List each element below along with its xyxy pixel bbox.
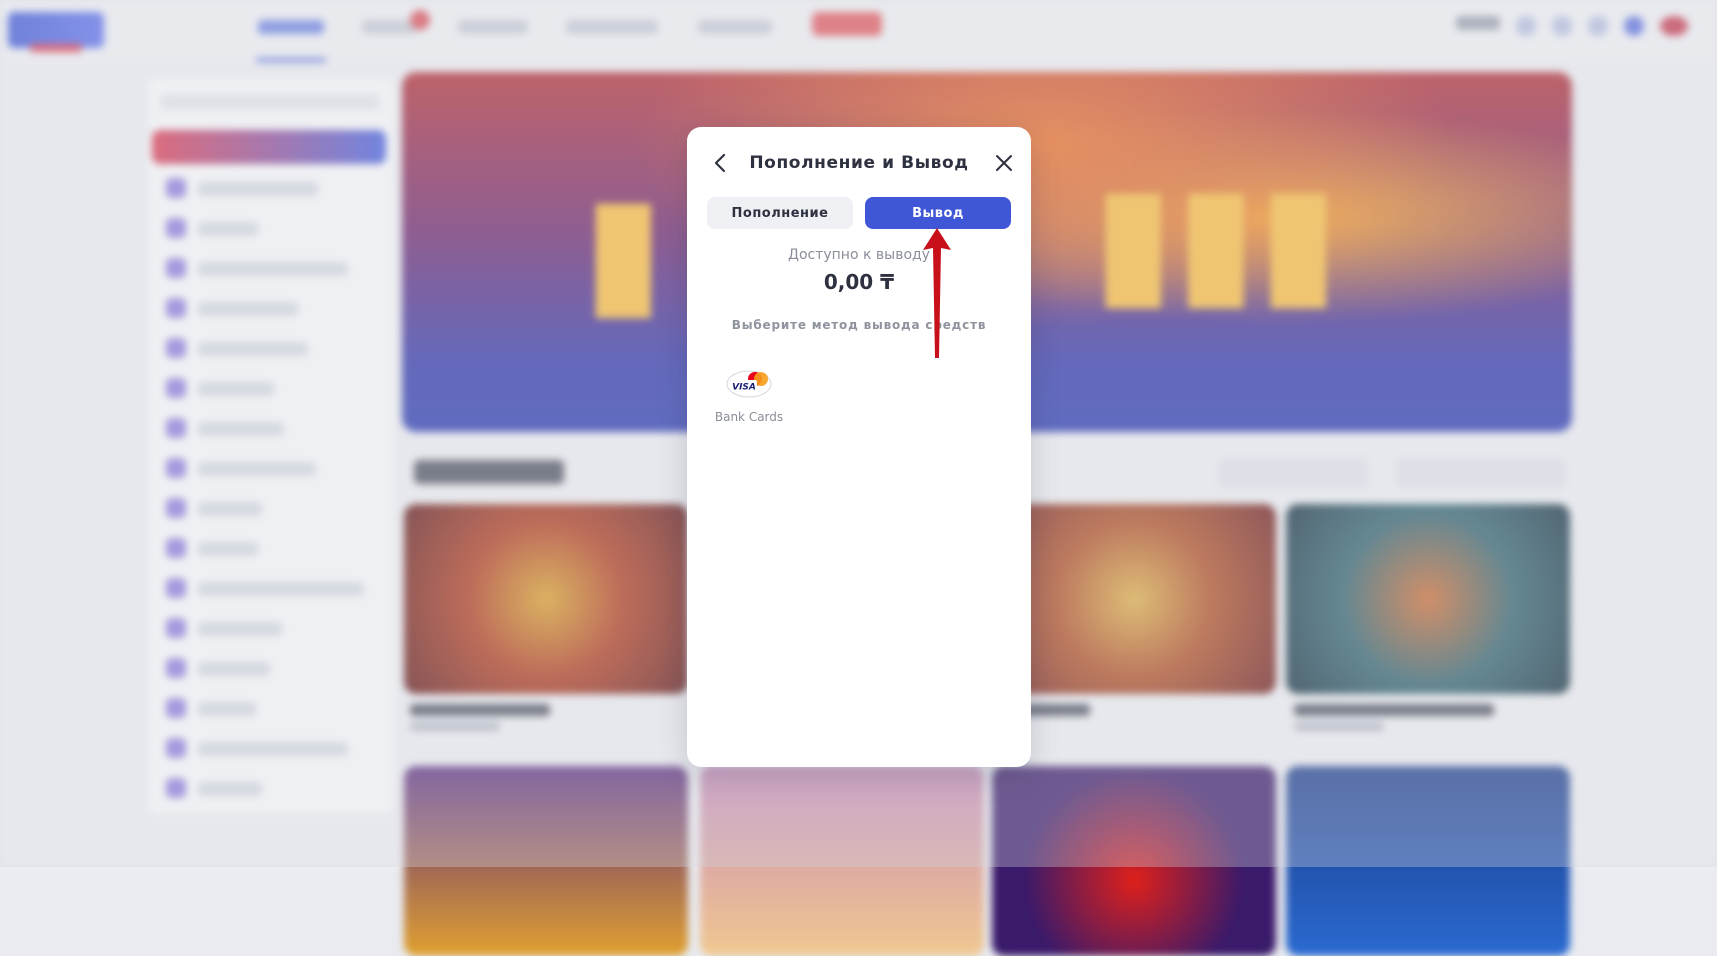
payment-tabs: Пополнение Вывод (707, 197, 1011, 229)
svg-text:VISA: VISA (732, 383, 756, 393)
available-amount: 0,00 ₸ (823, 270, 895, 294)
payment-method-bank-cards[interactable]: VISA Bank Cards (715, 367, 783, 447)
visa-mastercard-icon: VISA (726, 370, 772, 398)
back-button[interactable] (705, 148, 735, 178)
modal-title: Пополнение и Вывод (749, 153, 969, 173)
tab-deposit[interactable]: Пополнение (707, 197, 853, 229)
annotation-arrow-icon (923, 228, 951, 358)
chevron-left-icon (714, 153, 726, 173)
method-hint: Выберите метод вывода средств (731, 318, 987, 332)
payment-method-label: Bank Cards (714, 410, 784, 424)
modal-header: Пополнение и Вывод (687, 145, 1031, 181)
available-label: Доступно к выводу (788, 247, 930, 263)
tab-withdraw[interactable]: Вывод (865, 197, 1011, 229)
close-button[interactable] (989, 148, 1019, 178)
close-icon (996, 155, 1012, 171)
deposit-withdraw-modal: Пополнение и Вывод Пополнение Вывод Дост… (687, 127, 1031, 767)
